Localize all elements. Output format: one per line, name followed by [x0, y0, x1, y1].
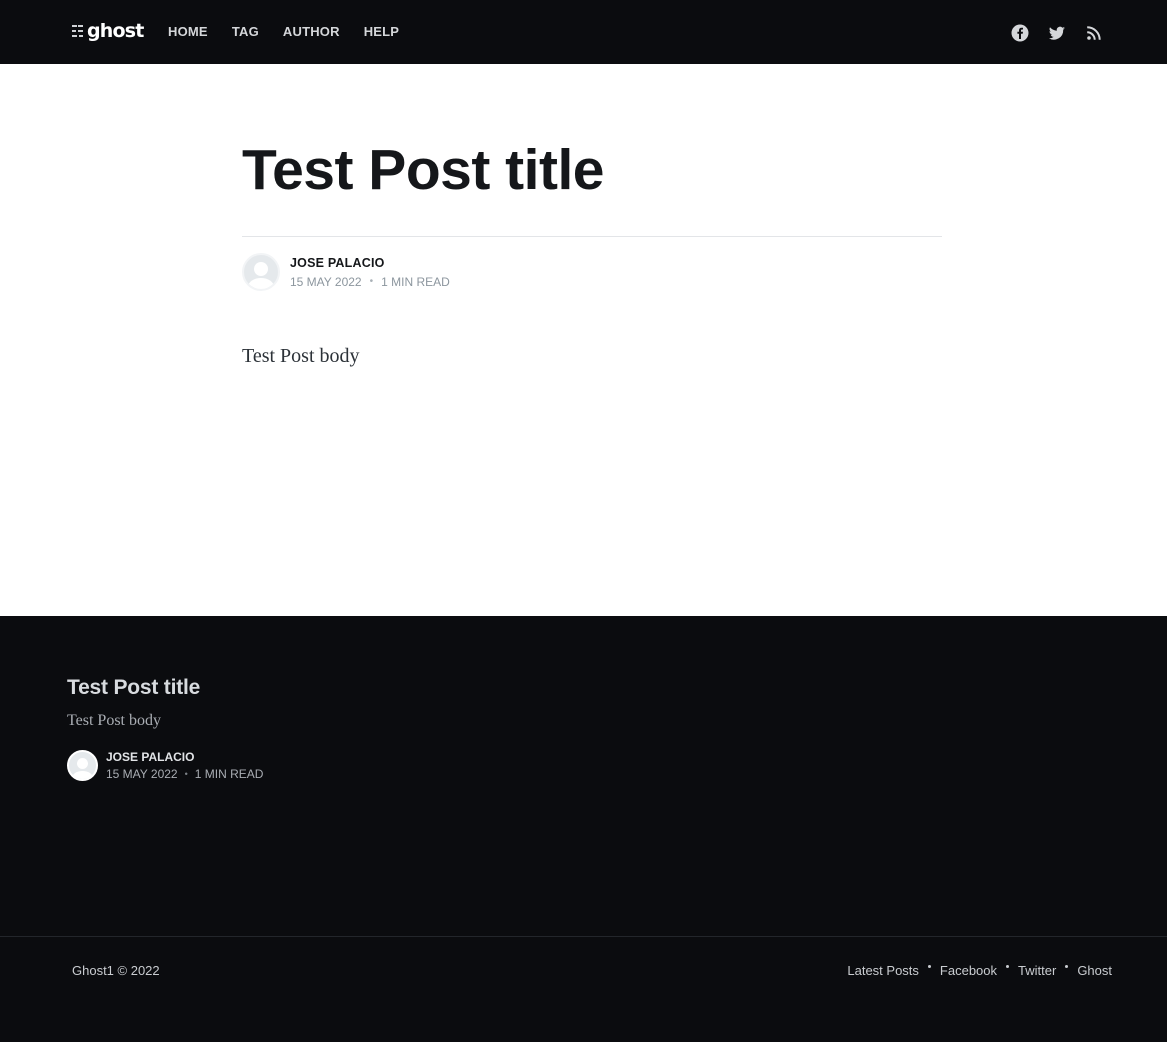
post-card[interactable]: Test Post title Test Post body JOSE PALA…	[67, 676, 667, 781]
reading-time: 1 MIN READ	[381, 274, 450, 289]
footer-link-facebook[interactable]: Facebook	[940, 963, 997, 978]
ghost-logo-icon	[72, 25, 83, 37]
post-meta: 15 MAY 2022 • 1 MIN READ	[290, 275, 450, 289]
copyright: Ghost1 © 2022	[72, 963, 160, 978]
facebook-icon[interactable]	[1011, 24, 1029, 42]
nav-tag[interactable]: TAG	[232, 24, 259, 39]
footer-link-twitter[interactable]: Twitter	[1018, 963, 1056, 978]
article: Test Post title JOSE PALACIO 15 MAY 2022…	[242, 64, 942, 368]
title-divider	[242, 236, 942, 237]
nav-home[interactable]: HOME	[168, 24, 208, 39]
footer-nav: Latest Posts Facebook Twitter Ghost	[847, 963, 1112, 978]
nav-help[interactable]: HELP	[364, 24, 399, 39]
read-next-section: Test Post title Test Post body JOSE PALA…	[0, 616, 1167, 1042]
post-body: Test Post body	[242, 345, 360, 367]
footer-link-ghost[interactable]: Ghost	[1077, 963, 1112, 978]
card-byline: JOSE PALACIO 15 MAY 2022 • 1 MIN READ	[67, 750, 667, 781]
footer-separator	[1065, 965, 1069, 968]
main-nav: HOME TAG AUTHOR HELP	[168, 24, 399, 39]
site-header: ghost HOME TAG AUTHOR HELP	[0, 0, 1167, 64]
byline-meta: JOSE PALACIO 15 MAY 2022 • 1 MIN READ	[290, 256, 450, 289]
card-reading-time: 1 MIN READ	[194, 767, 264, 781]
card-excerpt: Test Post body	[67, 712, 161, 729]
card-title[interactable]: Test Post title	[67, 676, 667, 700]
twitter-icon[interactable]	[1048, 24, 1066, 42]
card-date: 15 MAY 2022	[106, 767, 178, 781]
footer-link-latest-posts[interactable]: Latest Posts	[847, 963, 919, 978]
author-avatar[interactable]	[242, 253, 280, 291]
meta-separator: •	[369, 276, 374, 287]
rss-icon[interactable]	[1085, 24, 1103, 42]
author-name-link[interactable]: JOSE PALACIO	[290, 256, 450, 270]
post-byline: JOSE PALACIO 15 MAY 2022 • 1 MIN READ	[242, 253, 942, 291]
footer-separator	[1006, 965, 1010, 968]
card-author-avatar[interactable]	[67, 750, 98, 781]
card-meta: JOSE PALACIO 15 MAY 2022 • 1 MIN READ	[106, 750, 263, 781]
post-date: 15 MAY 2022	[290, 274, 362, 289]
footer-divider	[0, 936, 1167, 937]
meta-separator: •	[184, 769, 188, 779]
ghost-logo[interactable]: ghost	[72, 18, 144, 44]
social-links	[1011, 24, 1103, 42]
card-meta-line: 15 MAY 2022 • 1 MIN READ	[106, 767, 263, 781]
card-author-name[interactable]: JOSE PALACIO	[106, 750, 263, 764]
footer-separator	[927, 965, 931, 968]
logo-text: ghost	[87, 20, 144, 42]
nav-author[interactable]: AUTHOR	[283, 24, 340, 39]
post-title: Test Post title	[242, 138, 605, 202]
